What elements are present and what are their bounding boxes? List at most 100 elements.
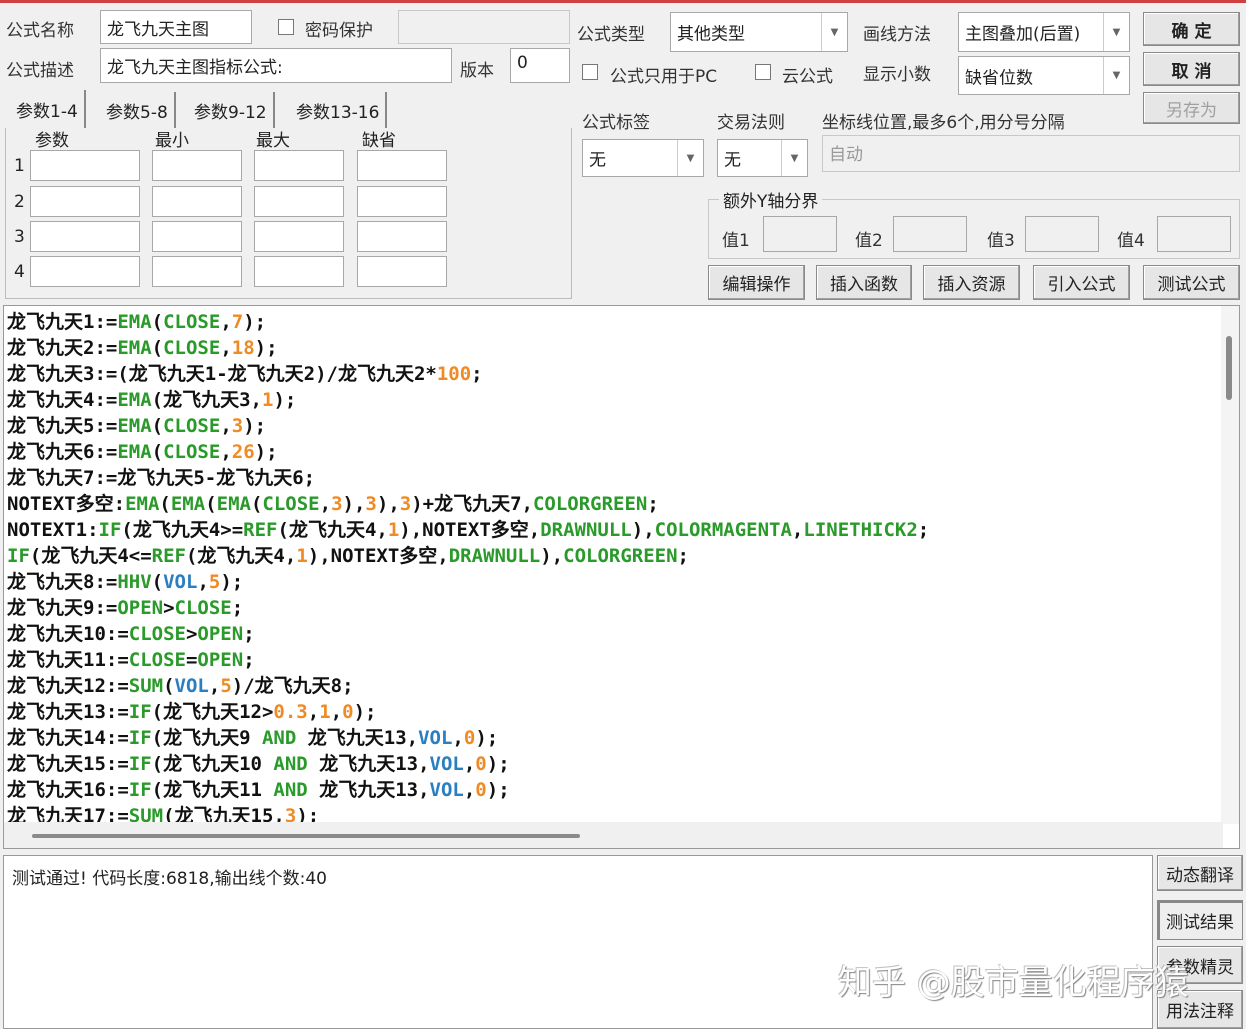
code-token: DRAWNULL: [448, 545, 541, 567]
y-value-2-label: 值2: [855, 231, 883, 251]
insert-function-button[interactable]: 插入函数: [816, 265, 912, 300]
formula-type-label: 公式类型: [577, 25, 645, 45]
axis-position-label: 坐标线位置,最多6个,用分号分隔: [822, 113, 1065, 133]
code-editor[interactable]: 龙飞九天1:=EMA(CLOSE,7); 龙飞九天2:=EMA(CLOSE,18)…: [3, 305, 1240, 849]
y-value-4-input[interactable]: [1157, 216, 1231, 252]
code-token: );: [254, 337, 278, 359]
scrollbar-thumb[interactable]: [32, 834, 580, 838]
cloud-checkbox[interactable]: [755, 64, 771, 80]
horizontal-scrollbar[interactable]: [4, 822, 1223, 848]
code-token: (龙飞九天10: [151, 753, 274, 775]
param-row-number: 2: [14, 192, 25, 212]
test-result-button[interactable]: 测试结果: [1157, 900, 1243, 940]
watermark: 知乎 @股市量化程序猿: [838, 963, 1189, 1003]
code-token: CLOSE: [174, 597, 232, 619]
tab-params-1-4[interactable]: 参数1-4: [10, 90, 86, 128]
code-token: 3: [231, 415, 244, 437]
param-max-input[interactable]: [254, 150, 344, 181]
code-line: 龙飞九天10:=CLOSE>OPEN;: [7, 621, 929, 647]
vertical-scrollbar[interactable]: [1221, 306, 1239, 824]
code-token: CLOSE: [262, 493, 320, 515]
draw-method-label: 画线方法: [863, 25, 931, 45]
chevron-down-icon: ▼: [781, 140, 807, 176]
param-min-input[interactable]: [152, 256, 242, 287]
code-token: ,: [463, 779, 476, 801]
ok-button[interactable]: 确 定: [1143, 12, 1240, 46]
draw-method-select[interactable]: 主图叠加(后置) ▼: [958, 12, 1130, 52]
cancel-button[interactable]: 取 消: [1143, 52, 1240, 86]
formula-name-input[interactable]: 龙飞九天主图: [100, 10, 252, 44]
y-value-1-input[interactable]: [763, 216, 837, 252]
param-default-input[interactable]: [357, 221, 447, 252]
test-formula-button[interactable]: 测试公式: [1143, 265, 1240, 300]
insert-resource-button[interactable]: 插入资源: [923, 265, 1020, 300]
code-token: 1: [296, 545, 308, 567]
code-token: COLORMAGENTA: [654, 519, 792, 541]
code-token: 龙飞九天13,: [296, 727, 419, 749]
code-line: 龙飞九天9:=OPEN>CLOSE;: [7, 595, 929, 621]
code-token: >: [163, 597, 175, 619]
formula-type-select[interactable]: 其他类型 ▼: [670, 12, 848, 52]
chevron-down-icon: ▼: [821, 13, 847, 51]
param-name-input[interactable]: [30, 221, 140, 252]
code-token: EMA: [117, 311, 152, 333]
dynamic-translate-button[interactable]: 动态翻译: [1157, 855, 1243, 891]
code-token: REF: [243, 519, 278, 541]
code-token: EMA: [117, 415, 152, 437]
param-max-input[interactable]: [254, 256, 344, 287]
trade-rule-select[interactable]: 无 ▼: [717, 139, 808, 177]
axis-position-input[interactable]: 自动: [822, 135, 1240, 172]
code-token: 3: [399, 493, 412, 515]
pc-only-checkbox[interactable]: [582, 64, 598, 80]
import-formula-button[interactable]: 引入公式: [1033, 265, 1130, 300]
param-max-input[interactable]: [254, 186, 344, 217]
decimal-select[interactable]: 缺省位数 ▼: [958, 56, 1130, 95]
param-min-input[interactable]: [152, 186, 242, 217]
code-token: 龙飞九天16:=: [7, 779, 129, 801]
edit-operations-button[interactable]: 编辑操作: [708, 265, 805, 300]
tab-params-5-8[interactable]: 参数5-8: [100, 92, 176, 128]
param-default-input[interactable]: [357, 150, 447, 181]
code-token: 0: [475, 779, 487, 801]
code-token: )/龙飞九天8;: [231, 675, 354, 697]
param-default-input[interactable]: [357, 186, 447, 217]
password-checkbox[interactable]: [278, 19, 294, 35]
param-min-input[interactable]: [152, 221, 242, 252]
save-as-button[interactable]: 另存为: [1143, 92, 1240, 124]
code-token: AND: [273, 753, 308, 775]
code-token: 龙飞九天10:=: [7, 623, 129, 645]
param-max-input[interactable]: [254, 221, 344, 252]
password-input[interactable]: [398, 10, 570, 44]
version-input[interactable]: 0: [510, 48, 570, 83]
formula-tag-select[interactable]: 无 ▼: [582, 139, 704, 177]
param-name-input[interactable]: [30, 186, 140, 217]
tab-params-13-16[interactable]: 参数13-16: [290, 92, 388, 128]
code-token: (龙飞九天11: [151, 779, 274, 801]
scrollbar-thumb[interactable]: [1226, 336, 1232, 400]
code-token: ),: [376, 493, 400, 515]
param-name-input[interactable]: [30, 150, 140, 181]
code-token: 龙飞九天13:=: [7, 701, 129, 723]
code-token: (龙飞九天12>: [151, 701, 274, 723]
param-name-input[interactable]: [30, 256, 140, 287]
code-token: OPEN: [117, 597, 164, 619]
formula-desc-input[interactable]: 龙飞九天主图指标公式:: [100, 48, 452, 83]
code-token: ,: [220, 337, 232, 359]
y-value-2-input[interactable]: [893, 216, 967, 252]
y-value-1-label: 值1: [722, 231, 750, 251]
code-token: ,: [220, 311, 232, 333]
code-token: (龙飞九天4,: [277, 519, 388, 541]
code-token: ,: [319, 493, 332, 515]
code-content[interactable]: 龙飞九天1:=EMA(CLOSE,7); 龙飞九天2:=EMA(CLOSE,18)…: [7, 309, 929, 829]
code-token: COLORGREEN: [563, 545, 678, 567]
tab-params-9-12[interactable]: 参数9-12: [188, 92, 275, 128]
y-value-3-input[interactable]: [1025, 216, 1099, 252]
extra-y-axis-legend: 额外Y轴分界: [723, 192, 819, 212]
code-line: 龙飞九天1:=EMA(CLOSE,7);: [7, 309, 929, 335]
formula-name-label: 公式名称: [6, 21, 74, 41]
param-min-input[interactable]: [152, 150, 242, 181]
param-header-default: 缺省: [362, 131, 396, 151]
code-token: (龙飞九天9: [151, 727, 262, 749]
tab-label: 参数13-16: [296, 102, 380, 123]
param-default-input[interactable]: [357, 256, 447, 287]
